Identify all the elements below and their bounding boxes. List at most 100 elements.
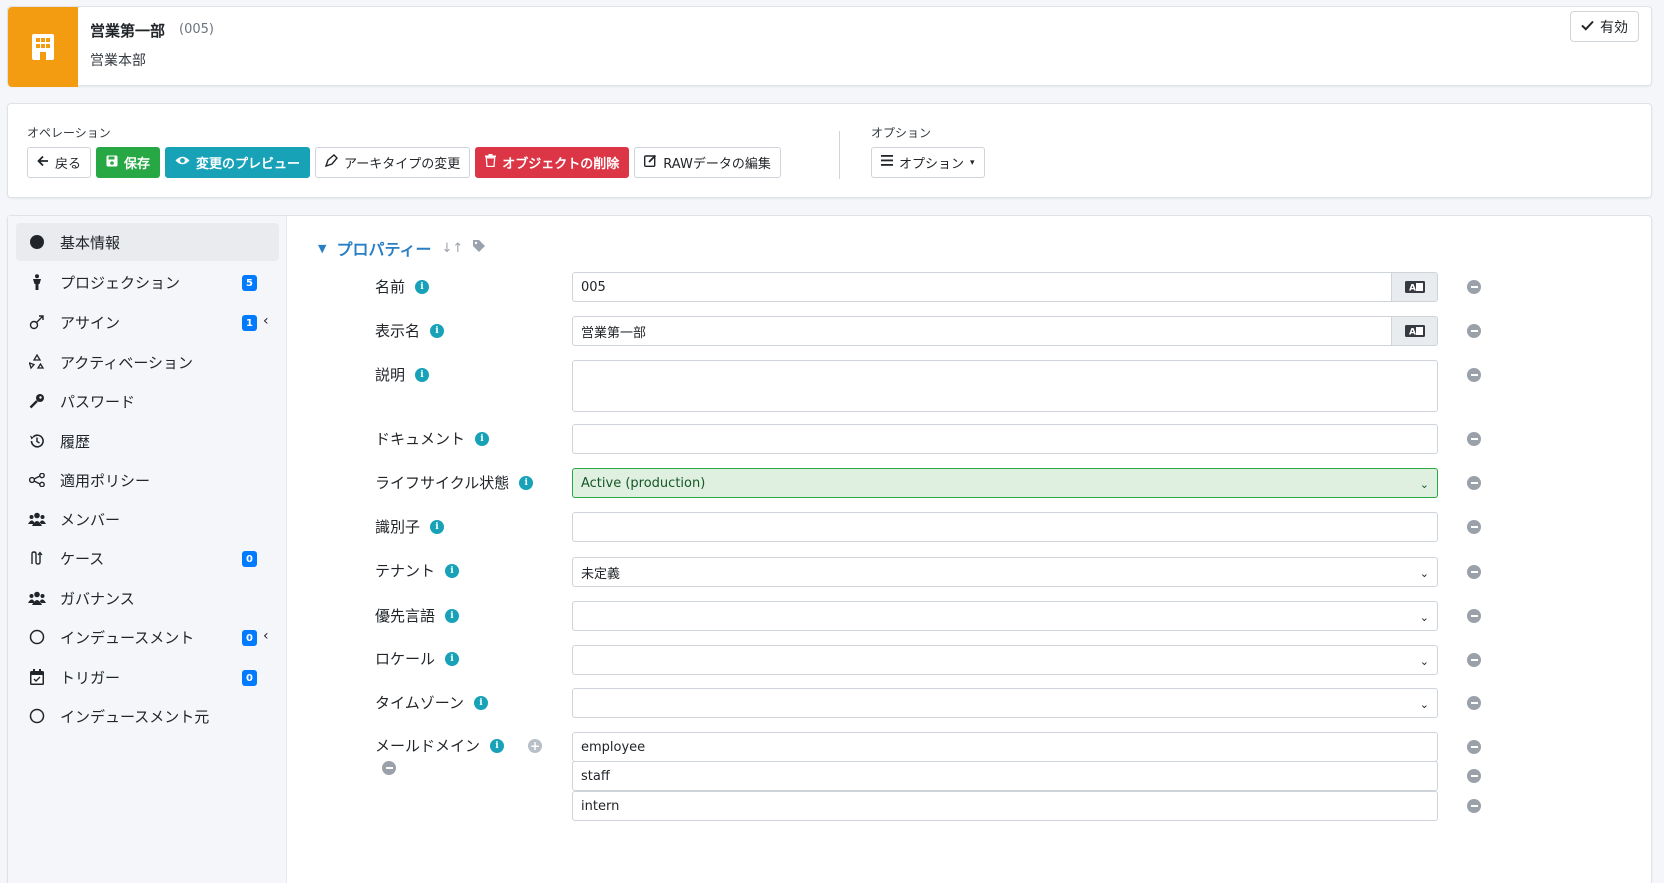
info-icon[interactable]: i: [445, 563, 460, 578]
locale-select[interactable]: ⌄: [572, 645, 1438, 675]
remove-icon[interactable]: [1467, 769, 1481, 783]
info-icon[interactable]: i: [490, 738, 505, 753]
chevron-down-icon: ⌄: [1419, 567, 1429, 580]
display-name-input[interactable]: 営業第一部: [572, 316, 1392, 346]
object-title: 営業第一部: [90, 22, 166, 40]
change-archetype-button[interactable]: アーキタイプの変更: [315, 147, 471, 178]
preferred-language-select[interactable]: ⌄: [572, 601, 1438, 631]
remove-icon[interactable]: [1467, 476, 1481, 490]
timezone-label: タイムゾーン i: [375, 692, 488, 713]
assign-icon: [28, 313, 46, 331]
sidebar-item-trigger[interactable]: トリガー 0: [16, 658, 279, 696]
info-icon[interactable]: i: [473, 695, 488, 710]
back-button[interactable]: 戻る: [27, 147, 92, 178]
remove-icon[interactable]: [1467, 653, 1481, 667]
sidebar-item-induced-from[interactable]: インデュースメント元: [16, 697, 279, 735]
edit-icon: [644, 154, 657, 171]
remove-icon[interactable]: [1467, 280, 1481, 294]
caret-down-icon: ▾: [970, 157, 975, 168]
sidebar-item-activation[interactable]: アクティベーション: [16, 343, 279, 381]
recycle-icon: [28, 353, 46, 371]
status-button[interactable]: 有効: [1570, 11, 1639, 42]
add-icon[interactable]: +: [528, 738, 543, 753]
sidebar-item-inducement[interactable]: インデュースメント 0 ‹: [16, 618, 279, 656]
mail-domain-input[interactable]: intern: [572, 791, 1438, 821]
display-name-label: 表示名 i: [375, 320, 445, 341]
sidebar-item-case[interactable]: ケース 0: [16, 539, 279, 577]
description-label: 説明 i: [375, 364, 430, 385]
translate-icon[interactable]: A: [1391, 272, 1438, 302]
chevron-down-icon: ⌄: [1419, 478, 1429, 491]
chevron-left-icon[interactable]: ‹: [263, 313, 269, 329]
info-icon[interactable]: i: [445, 651, 460, 666]
options-dropdown-button[interactable]: オプション ▾: [871, 147, 985, 178]
users-icon: [28, 589, 46, 607]
object-header: 営業第一部 (005) 営業本部 有効: [7, 6, 1652, 87]
info-icon[interactable]: i: [475, 431, 490, 446]
remove-icon[interactable]: [1467, 520, 1481, 534]
tenant-select[interactable]: 未定義 ⌄: [572, 557, 1438, 587]
save-button[interactable]: 保存: [96, 147, 161, 178]
remove-icon[interactable]: [1467, 696, 1481, 710]
properties-panel: ▼ プロパティー ↓↑ 名前 i 005 A 表示名 i 営業第一部 A 説明 i ド…: [288, 216, 1651, 883]
mail-domain-input[interactable]: staff: [572, 761, 1438, 791]
info-icon[interactable]: i: [415, 367, 430, 382]
info-icon[interactable]: i: [519, 475, 534, 490]
remove-icon[interactable]: [1467, 609, 1481, 623]
properties-header[interactable]: ▼ プロパティー ↓↑: [318, 236, 486, 260]
building-icon: [8, 7, 78, 87]
remove-icon[interactable]: [1467, 740, 1481, 754]
sidebar-item-governance[interactable]: ガバナンス: [16, 579, 279, 617]
sidebar-item-projection[interactable]: プロジェクション 5: [16, 263, 279, 301]
remove-icon[interactable]: [1467, 799, 1481, 813]
divider: [839, 131, 840, 179]
caret-down-icon[interactable]: ▼: [318, 242, 326, 255]
info-icon[interactable]: i: [415, 279, 430, 294]
remove-icon[interactable]: [382, 761, 396, 775]
sidebar-item-basic[interactable]: 基本情報: [16, 223, 279, 261]
svg-text:A: A: [1409, 284, 1416, 294]
arrow-left-icon: [37, 155, 49, 171]
assign-count-badge: 1: [242, 315, 257, 331]
tag-icon[interactable]: [473, 240, 486, 256]
sidebar-item-members[interactable]: メンバー: [16, 500, 279, 538]
sidebar-item-password[interactable]: パスワード: [16, 382, 279, 420]
info-icon[interactable]: i: [430, 519, 445, 534]
remove-icon[interactable]: [1467, 432, 1481, 446]
name-input[interactable]: 005: [572, 272, 1392, 302]
description-textarea[interactable]: [572, 360, 1438, 412]
timezone-select[interactable]: ⌄: [572, 688, 1438, 718]
operations-buttons: 戻る 保存 変更のプレビュー アーキタイプの変更 オブジェクトの削除 RAWデー…: [27, 147, 781, 178]
info-icon[interactable]: i: [430, 323, 445, 338]
documentation-input[interactable]: [572, 424, 1438, 454]
preview-changes-button[interactable]: 変更のプレビュー: [165, 147, 311, 178]
case-count-badge: 0: [242, 551, 257, 567]
object-parent: 営業本部: [90, 53, 146, 69]
remove-icon[interactable]: [1467, 565, 1481, 579]
info-icon[interactable]: i: [445, 608, 460, 623]
options-label: オプション: [871, 126, 932, 140]
trigger-count-badge: 0: [242, 670, 257, 686]
remove-icon[interactable]: [1467, 368, 1481, 382]
delete-object-button[interactable]: オブジェクトの削除: [475, 147, 630, 178]
case-icon: [28, 549, 46, 567]
projection-count-badge: 5: [242, 275, 257, 291]
remove-icon[interactable]: [1467, 324, 1481, 338]
users-icon: [28, 510, 46, 528]
chevron-left-icon[interactable]: ‹: [263, 628, 269, 644]
tenant-label: テナント i: [375, 560, 460, 581]
sidebar: 基本情報 プロジェクション 5 アサイン 1 ‹ アクティベーション パスワード…: [8, 216, 287, 883]
lifecycle-state-select[interactable]: Active (production) ⌄: [572, 468, 1438, 498]
circle-outline-icon: [28, 628, 46, 646]
main-panel: 基本情報 プロジェクション 5 アサイン 1 ‹ アクティベーション パスワード…: [7, 215, 1652, 883]
sidebar-item-history[interactable]: 履歴: [16, 422, 279, 460]
edit-raw-button[interactable]: RAWデータの編集: [634, 147, 781, 178]
sidebar-item-assign[interactable]: アサイン 1 ‹: [16, 303, 279, 341]
identifier-input[interactable]: [572, 512, 1438, 542]
mail-domain-input[interactable]: employee: [572, 732, 1438, 762]
translate-icon[interactable]: A: [1391, 316, 1438, 346]
calendar-icon: [28, 668, 46, 686]
operations-panel: オペレーション 戻る 保存 変更のプレビュー アーキタイプの変更 オブジェクトの…: [7, 103, 1652, 198]
sidebar-item-policy[interactable]: 適用ポリシー: [16, 461, 279, 499]
sort-icon[interactable]: ↓↑: [442, 241, 464, 256]
